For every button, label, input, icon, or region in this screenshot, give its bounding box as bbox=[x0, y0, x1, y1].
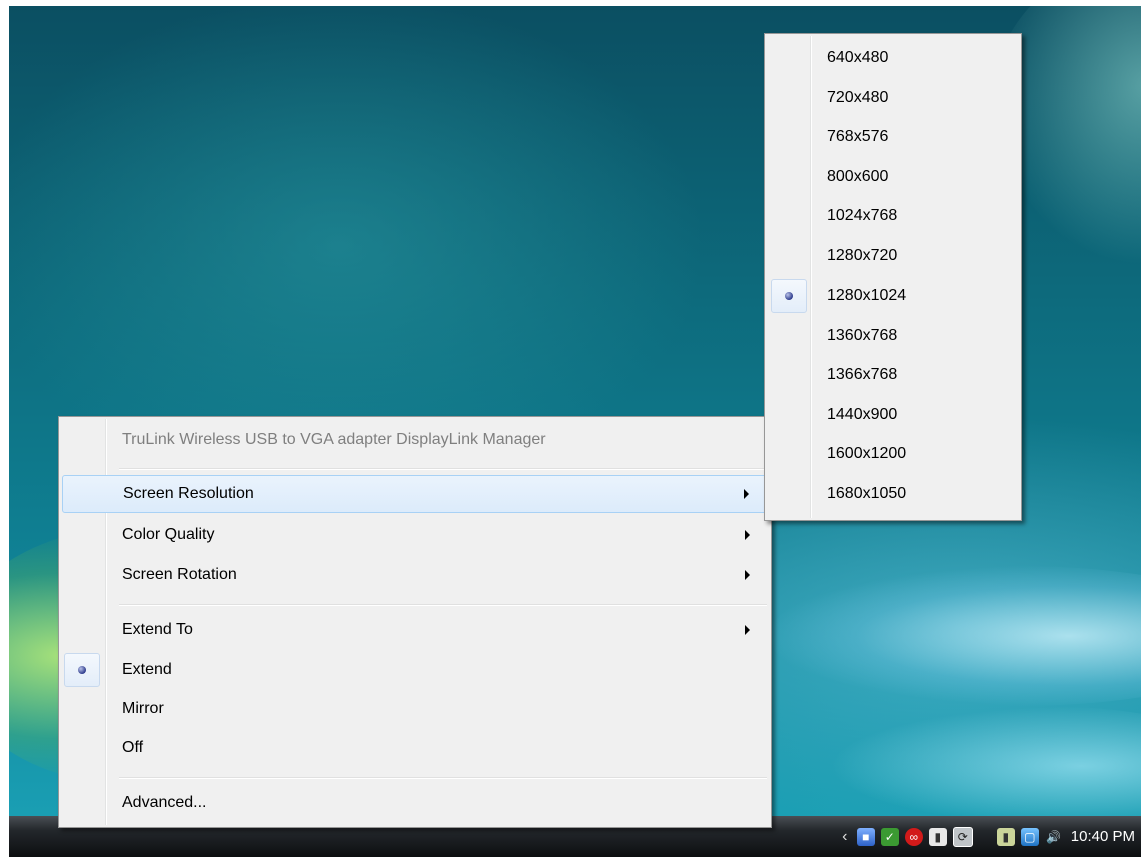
menu-item-label: Screen Resolution bbox=[123, 485, 254, 502]
sync-icon[interactable]: ⟳ bbox=[952, 826, 973, 847]
resolution-label: 640x480 bbox=[827, 49, 889, 66]
menu-item-extend[interactable]: Extend bbox=[62, 651, 768, 689]
resolution-label: 1360x768 bbox=[827, 327, 898, 344]
menu-item-label: Advanced... bbox=[122, 794, 207, 811]
menu-item-label: Extend To bbox=[122, 621, 193, 638]
resolution-option[interactable]: 1280x720 bbox=[768, 236, 1018, 276]
menu-header-title: TruLink Wireless USB to VGA adapter Disp… bbox=[62, 421, 768, 459]
resolution-label: 1024x768 bbox=[827, 207, 898, 224]
volume-icon[interactable]: 🔊 bbox=[1045, 828, 1063, 846]
resolution-label: 1600x1200 bbox=[827, 445, 907, 462]
show-hidden-icons-arrow-icon[interactable]: ‹ bbox=[839, 828, 851, 846]
displaylink-context-menu: TruLink Wireless USB to VGA adapter Disp… bbox=[58, 416, 772, 828]
power-icon[interactable]: ▮ bbox=[996, 827, 1015, 846]
resolution-label: 720x480 bbox=[827, 89, 889, 106]
menu-item-mirror[interactable]: Mirror bbox=[62, 690, 768, 728]
document-icon[interactable]: ▮ bbox=[928, 827, 947, 846]
resolution-label: 768x576 bbox=[827, 128, 889, 145]
network-icon[interactable]: ■ bbox=[856, 827, 875, 846]
resolution-label: 1280x720 bbox=[827, 247, 898, 264]
resolution-option[interactable]: 768x576 bbox=[768, 117, 1018, 157]
menu-item-label: Off bbox=[122, 739, 144, 756]
security-check-icon[interactable]: ✓ bbox=[880, 827, 899, 846]
radio-selected-box bbox=[64, 653, 100, 687]
resolution-label: 1280x1024 bbox=[827, 287, 907, 304]
menu-item-off[interactable]: Off bbox=[62, 729, 768, 767]
menu-header-label: TruLink Wireless USB to VGA adapter Disp… bbox=[122, 431, 546, 448]
resolution-option[interactable]: 1440x900 bbox=[768, 395, 1018, 435]
system-tray: ‹ ■ ✓ ∞ ▮ ⟳ ▮ ▢ 🔊 10:40 PM bbox=[839, 816, 1135, 857]
wallpaper-streak bbox=[769, 566, 1141, 706]
menu-item-label: Screen Rotation bbox=[122, 566, 237, 583]
menu-item-screen-resolution[interactable]: Screen Resolution bbox=[62, 475, 768, 513]
radio-selected-box bbox=[771, 279, 807, 313]
resolution-option[interactable]: 640x480 bbox=[768, 38, 1018, 78]
monitor-icon[interactable]: ▢ bbox=[1020, 827, 1039, 846]
radio-dot-icon bbox=[785, 292, 793, 300]
resolution-option-selected[interactable]: 1280x1024 bbox=[768, 276, 1018, 316]
resolution-option[interactable]: 1024x768 bbox=[768, 196, 1018, 236]
menu-item-screen-rotation[interactable]: Screen Rotation bbox=[62, 556, 768, 594]
resolution-option[interactable]: 720x480 bbox=[768, 78, 1018, 118]
resolution-option[interactable]: 1600x1200 bbox=[768, 434, 1018, 474]
menu-separator bbox=[119, 604, 767, 606]
submenu-arrow-icon bbox=[745, 570, 750, 580]
radio-dot-icon bbox=[78, 666, 86, 674]
resolution-label: 1366x768 bbox=[827, 366, 898, 383]
menu-separator bbox=[119, 777, 767, 779]
menu-item-extend-to[interactable]: Extend To bbox=[62, 611, 768, 649]
submenu-arrow-icon bbox=[745, 530, 750, 540]
resolution-option[interactable]: 1360x768 bbox=[768, 316, 1018, 356]
menu-item-label: Mirror bbox=[122, 700, 164, 717]
resolution-label: 1440x900 bbox=[827, 406, 898, 423]
menu-separator bbox=[119, 468, 767, 470]
menu-item-advanced[interactable]: Advanced... bbox=[62, 784, 768, 822]
menu-item-label: Color Quality bbox=[122, 526, 215, 543]
antivirus-icon[interactable]: ∞ bbox=[904, 827, 923, 846]
resolution-option[interactable]: 1366x768 bbox=[768, 355, 1018, 395]
menu-item-label: Extend bbox=[122, 661, 172, 678]
resolution-option[interactable]: 1680x1050 bbox=[768, 474, 1018, 514]
resolution-label: 800x600 bbox=[827, 168, 889, 185]
wallpaper-streak bbox=[829, 706, 1141, 822]
submenu-arrow-icon bbox=[745, 625, 750, 635]
resolution-option[interactable]: 800x600 bbox=[768, 157, 1018, 197]
screen-resolution-submenu: 640x480 720x480 768x576 800x600 1024x768… bbox=[764, 33, 1022, 521]
taskbar-clock[interactable]: 10:40 PM bbox=[1071, 828, 1135, 845]
resolution-label: 1680x1050 bbox=[827, 485, 907, 502]
menu-item-color-quality[interactable]: Color Quality bbox=[62, 516, 768, 554]
submenu-arrow-icon bbox=[744, 489, 749, 499]
